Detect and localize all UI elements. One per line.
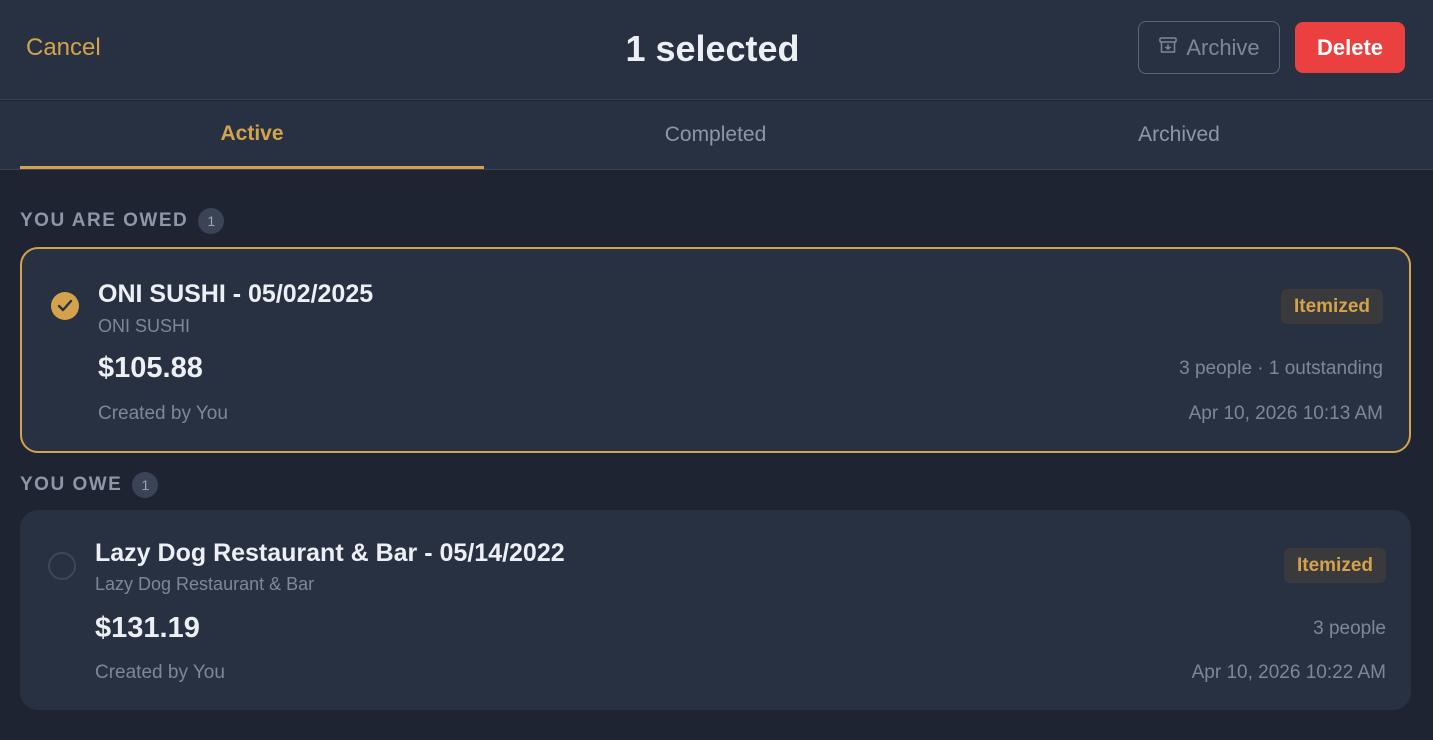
section-label: YOU ARE OWED xyxy=(20,210,189,231)
count-badge: 1 xyxy=(132,472,159,498)
bill-timestamp: Apr 10, 2026 10:13 AM xyxy=(1188,403,1383,424)
archive-button[interactable]: Archive xyxy=(1138,21,1280,74)
bill-people-status: 3 people xyxy=(1313,618,1386,639)
bill-card-lazy-dog[interactable]: Lazy Dog Restaurant & Bar - 05/14/2022 L… xyxy=(20,510,1411,710)
bill-amount: $131.19 xyxy=(95,612,200,644)
selection-checkbox-unchecked[interactable] xyxy=(48,552,76,580)
section-header-you-owe: YOU OWE 1 xyxy=(20,472,159,498)
bill-amount: $105.88 xyxy=(98,352,203,384)
tab-completed[interactable]: Completed xyxy=(484,101,947,169)
checkmark-icon xyxy=(57,299,73,312)
bill-card-oni-sushi[interactable]: ONI SUSHI - 05/02/2025 ONI SUSHI $105.88… xyxy=(20,247,1411,453)
bill-people-status: 3 people · 1 outstanding xyxy=(1179,358,1383,379)
bill-merchant: Lazy Dog Restaurant & Bar xyxy=(95,574,315,594)
bill-timestamp: Apr 10, 2026 10:22 AM xyxy=(1191,662,1386,683)
archive-icon xyxy=(1158,35,1178,61)
itemized-badge: Itemized xyxy=(1283,548,1386,583)
delete-button[interactable]: Delete xyxy=(1295,22,1405,73)
selection-toolbar: Cancel 1 selected Archive Delete xyxy=(0,0,1433,100)
bill-created-by: Created by You xyxy=(98,403,228,424)
bill-created-by: Created by You xyxy=(95,662,225,683)
section-header-you-are-owed: YOU ARE OWED 1 xyxy=(20,208,225,234)
tab-bar: Active Completed Archived xyxy=(0,101,1433,170)
tab-active[interactable]: Active xyxy=(20,101,484,169)
bill-title: ONI SUSHI - 05/02/2025 xyxy=(98,280,374,308)
tab-archived[interactable]: Archived xyxy=(947,101,1411,169)
bill-title: Lazy Dog Restaurant & Bar - 05/14/2022 xyxy=(95,539,565,567)
selection-checkbox-checked[interactable] xyxy=(51,292,79,320)
itemized-badge: Itemized xyxy=(1280,289,1383,324)
archive-button-label: Archive xyxy=(1186,34,1260,60)
section-label: YOU OWE xyxy=(20,474,123,495)
count-badge: 1 xyxy=(198,208,225,234)
bill-merchant: ONI SUSHI xyxy=(98,316,191,336)
